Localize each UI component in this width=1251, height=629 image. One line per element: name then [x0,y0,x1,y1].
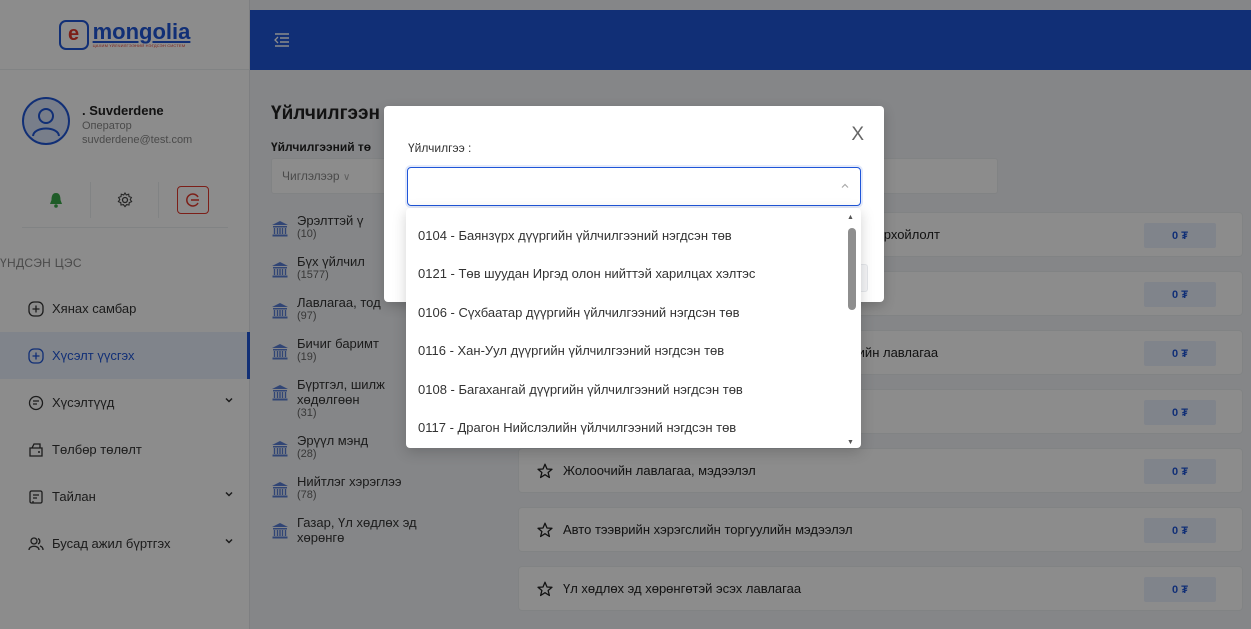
dropdown-option[interactable]: 0108 - Багахангай дүүргийн үйлчилгээний … [406,370,861,409]
scroll-down-arrow-icon[interactable]: ▼ [847,439,854,446]
service-options-dropdown: 0104 - Баянзүрх дүүргийн үйлчилгээний нэ… [406,208,861,448]
close-icon[interactable]: X [851,124,864,146]
scroll-up-arrow-icon[interactable]: ▲ [847,214,854,221]
dropdown-option[interactable]: 0116 - Хан-Уул дүүргийн үйлчилгээний нэг… [406,332,861,371]
service-field-label: Үйлчилгээ : [408,141,472,155]
dropdown-option[interactable]: 0121 - Төв шуудан Иргэд олон нийттэй хар… [406,255,861,294]
chevron-up-icon [841,183,849,188]
service-select-input[interactable] [408,168,828,205]
dropdown-option[interactable]: 0117 - Драгон Нийслэлийн үйлчилгээний нэ… [406,409,861,448]
service-select-field[interactable] [407,167,861,206]
scrollbar-thumb[interactable] [848,228,856,310]
dropdown-option[interactable]: 0104 - Баянзүрх дүүргийн үйлчилгээний нэ… [406,216,861,255]
dropdown-option[interactable]: 0106 - Сүхбаатар дүүргийн үйлчилгээний н… [406,293,861,332]
scrollbar[interactable]: ▲ ▼ [847,214,857,446]
